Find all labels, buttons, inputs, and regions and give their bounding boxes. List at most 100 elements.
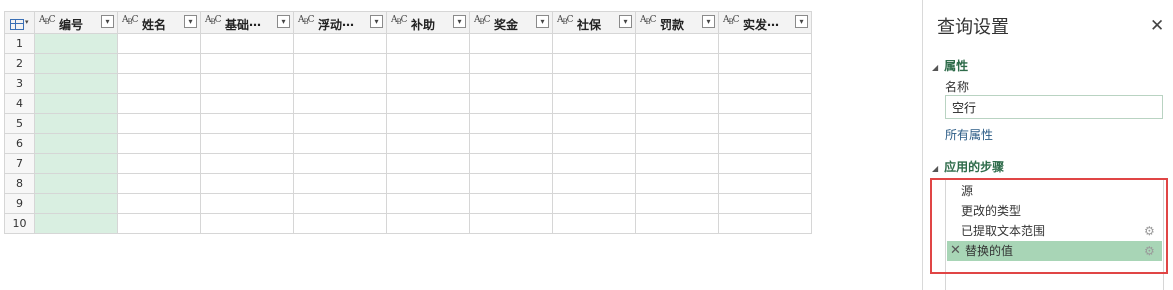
table-cell[interactable] [34,53,118,74]
table-cell[interactable] [34,93,118,114]
applied-step-item[interactable]: 源 [947,181,1162,201]
gear-icon[interactable]: ⚙ [1144,241,1155,261]
filter-dropdown-icon[interactable]: ▾ [795,15,808,28]
table-cell[interactable] [469,73,553,94]
table-cell[interactable] [552,73,636,94]
table-cell[interactable] [117,153,201,174]
table-cell[interactable] [293,213,387,234]
column-header[interactable]: ABC 编号 ▾ [34,11,118,34]
text-type-icon[interactable]: ABC [640,15,657,26]
table-cell[interactable] [293,193,387,214]
table-cell[interactable] [34,193,118,214]
row-number[interactable]: 7 [4,153,35,174]
table-cell[interactable] [293,53,387,74]
filter-dropdown-icon[interactable]: ▾ [101,15,114,28]
table-cell[interactable] [718,153,812,174]
properties-section-header[interactable]: ◢ 属性 [932,57,968,74]
table-cell[interactable] [117,173,201,194]
text-type-icon[interactable]: ABC [557,15,574,26]
table-cell[interactable] [200,33,294,54]
text-type-icon[interactable]: ABC [39,15,56,26]
table-cell[interactable] [34,33,118,54]
row-number[interactable]: 9 [4,193,35,214]
all-properties-link[interactable]: 所有属性 [945,126,993,143]
table-cell[interactable] [34,113,118,134]
delete-step-icon[interactable]: ✕ [950,241,961,261]
table-cell[interactable] [386,73,470,94]
table-cell[interactable] [718,133,812,154]
table-cell[interactable] [34,73,118,94]
table-cell[interactable] [200,73,294,94]
row-number[interactable]: 8 [4,173,35,194]
table-icon[interactable]: ▾ [4,11,35,34]
table-cell[interactable] [469,193,553,214]
gear-icon[interactable]: ⚙ [1144,221,1155,241]
applied-steps-section-header[interactable]: ◢ 应用的步骤 [932,158,1004,175]
column-header[interactable]: ABC 基础⋯ ▾ [200,11,294,34]
filter-dropdown-icon[interactable]: ▾ [370,15,383,28]
table-cell[interactable] [635,213,719,234]
table-cell[interactable] [635,93,719,114]
table-cell[interactable] [718,33,812,54]
table-cell[interactable] [469,93,553,114]
table-cell[interactable] [117,133,201,154]
table-cell[interactable] [117,93,201,114]
table-cell[interactable] [469,53,553,74]
table-cell[interactable] [200,153,294,174]
table-cell[interactable] [200,93,294,114]
table-cell[interactable] [293,173,387,194]
table-cell[interactable] [718,213,812,234]
text-type-icon[interactable]: ABC [474,15,491,26]
table-cell[interactable] [469,213,553,234]
table-cell[interactable] [117,193,201,214]
table-cell[interactable] [635,113,719,134]
table-cell[interactable] [117,213,201,234]
column-header[interactable]: ABC 奖金 ▾ [469,11,553,34]
table-cell[interactable] [552,53,636,74]
table-cell[interactable] [293,113,387,134]
table-cell[interactable] [117,113,201,134]
table-cell[interactable] [635,153,719,174]
table-cell[interactable] [386,53,470,74]
table-cell[interactable] [552,93,636,114]
column-header[interactable]: ABC 罚款 ▾ [635,11,719,34]
table-cell[interactable] [718,53,812,74]
applied-step-item[interactable]: ✕ 替换的值 ⚙ [947,241,1162,261]
table-cell[interactable] [386,113,470,134]
table-cell[interactable] [718,113,812,134]
table-cell[interactable] [552,33,636,54]
filter-dropdown-icon[interactable]: ▾ [277,15,290,28]
table-cell[interactable] [200,133,294,154]
column-header[interactable]: ABC 姓名 ▾ [117,11,201,34]
row-number[interactable]: 1 [4,33,35,54]
table-cell[interactable] [386,133,470,154]
table-cell[interactable] [34,173,118,194]
table-cell[interactable] [386,193,470,214]
table-cell[interactable] [34,153,118,174]
table-cell[interactable] [469,153,553,174]
column-header[interactable]: ABC 社保 ▾ [552,11,636,34]
table-cell[interactable] [200,53,294,74]
table-cell[interactable] [200,113,294,134]
row-number[interactable]: 4 [4,93,35,114]
close-icon[interactable]: ✕ [1150,16,1164,36]
filter-dropdown-icon[interactable]: ▾ [702,15,715,28]
text-type-icon[interactable]: ABC [723,15,740,26]
table-cell[interactable] [469,33,553,54]
table-cell[interactable] [386,213,470,234]
column-header[interactable]: ABC 浮动⋯ ▾ [293,11,387,34]
table-cell[interactable] [718,173,812,194]
table-cell[interactable] [293,133,387,154]
filter-dropdown-icon[interactable]: ▾ [536,15,549,28]
table-cell[interactable] [552,193,636,214]
column-header[interactable]: ABC 补助 ▾ [386,11,470,34]
table-cell[interactable] [386,93,470,114]
data-grid[interactable]: ▾ ABC 编号 ▾ ABC 姓名 ▾ ABC 基础⋯ ▾ ABC 浮动⋯ ▾ ABC 补助 ▾ ABC 奖金 ▾ A… [4,11,812,234]
table-cell[interactable] [200,193,294,214]
table-cell[interactable] [117,53,201,74]
row-number[interactable]: 6 [4,133,35,154]
table-cell[interactable] [386,173,470,194]
table-cell[interactable] [293,153,387,174]
table-cell[interactable] [117,33,201,54]
row-number[interactable]: 3 [4,73,35,94]
